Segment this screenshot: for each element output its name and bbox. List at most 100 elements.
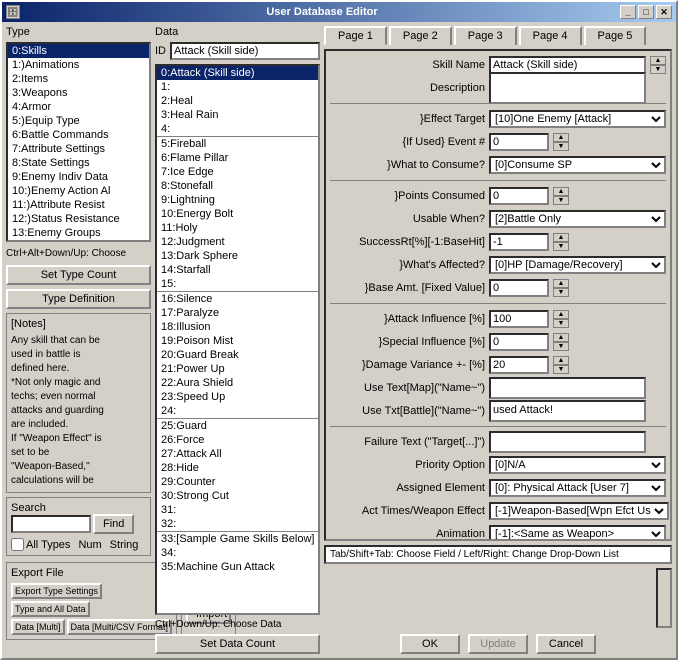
tab-page3[interactable]: Page 3 <box>454 26 517 45</box>
data-listbox[interactable]: 0:Attack (Skill side) 1: 2:Heal 3:Heal R… <box>155 64 320 615</box>
type-item-14[interactable]: 14: <box>8 240 149 242</box>
type-item-1[interactable]: 1:)Animations <box>8 58 149 72</box>
type-item-8[interactable]: 8:State Settings <box>8 156 149 170</box>
if-used-event-input[interactable] <box>489 133 549 151</box>
act-times-select[interactable]: [-1]Weapon-Based[Wpn Efct Us <box>489 502 669 520</box>
close-button[interactable]: ✕ <box>656 5 672 19</box>
type-item-3[interactable]: 3:Weapons <box>8 86 149 100</box>
description-textarea[interactable] <box>489 72 646 104</box>
type-item-2[interactable]: 2:Items <box>8 72 149 86</box>
attack-influence-spinner[interactable]: ▲ ▼ <box>553 310 569 328</box>
whats-affected-select[interactable]: [0]HP [Damage/Recovery] <box>489 256 666 274</box>
type-item-7[interactable]: 7:Attribute Settings <box>8 142 149 156</box>
type-item-12[interactable]: 12:)Status Resistance <box>8 212 149 226</box>
data-item-33[interactable]: 33:[Sample Game Skills Below] <box>157 532 318 546</box>
success-rate-spinner[interactable]: ▲ ▼ <box>553 233 569 251</box>
export-type-all-data-button[interactable]: Type and All Data <box>11 601 90 617</box>
maximize-button[interactable]: □ <box>638 5 654 19</box>
data-item-34[interactable]: 34: <box>157 546 318 560</box>
priority-option-select[interactable]: [0]N/A <box>489 456 666 474</box>
data-item-13[interactable]: 13:Dark Sphere <box>157 249 318 263</box>
spinner-up[interactable]: ▲ <box>650 56 666 65</box>
data-item-10[interactable]: 10:Energy Bolt <box>157 207 318 221</box>
type-item-6[interactable]: 6:Battle Commands <box>8 128 149 142</box>
data-item-18[interactable]: 18:Illusion <box>157 320 318 334</box>
data-item-6[interactable]: 6:Flame Pillar <box>157 151 318 165</box>
data-item-32[interactable]: 32: <box>157 517 318 531</box>
search-input[interactable] <box>11 515 91 533</box>
assigned-element-select[interactable]: [0]: Physical Attack [User 7] <box>489 479 666 497</box>
data-item-12[interactable]: 12:Judgment <box>157 235 318 249</box>
export-type-settings-button[interactable]: Export Type Settings <box>11 583 102 599</box>
data-item-21[interactable]: 21:Power Up <box>157 362 318 376</box>
data-item-7[interactable]: 7:Ice Edge <box>157 165 318 179</box>
type-item-9[interactable]: 9:Enemy Indiv Data <box>8 170 149 184</box>
data-item-22[interactable]: 22:Aura Shield <box>157 376 318 390</box>
set-data-count-button[interactable]: Set Data Count <box>155 634 320 654</box>
set-type-count-button[interactable]: Set Type Count <box>6 265 151 285</box>
tab-page4[interactable]: Page 4 <box>519 26 582 45</box>
cancel-button[interactable]: Cancel <box>536 634 596 654</box>
data-item-11[interactable]: 11:Holy <box>157 221 318 235</box>
what-to-consume-select[interactable]: [0]Consume SP <box>489 156 666 174</box>
find-button[interactable]: Find <box>93 514 134 534</box>
damage-variance-spinner[interactable]: ▲ ▼ <box>553 356 569 374</box>
update-button[interactable]: Update <box>468 634 528 654</box>
special-influence-input[interactable] <box>489 333 549 351</box>
data-item-17[interactable]: 17:Paralyze <box>157 306 318 320</box>
export-data-multi-button[interactable]: Data [Multi] <box>11 619 65 635</box>
right-scrollbar[interactable] <box>656 568 672 628</box>
all-types-checkbox-label[interactable]: All Types <box>11 538 70 551</box>
id-input[interactable] <box>170 42 320 60</box>
data-item-30[interactable]: 30:Strong Cut <box>157 489 318 503</box>
use-txt-battle-textarea[interactable]: used Attack! <box>489 400 646 422</box>
data-item-16[interactable]: 16:Silence <box>157 292 318 306</box>
type-item-4[interactable]: 4:Armor <box>8 100 149 114</box>
type-item-10[interactable]: 10:)Enemy Action Al <box>8 184 149 198</box>
data-item-15[interactable]: 15: <box>157 277 318 291</box>
data-item-14[interactable]: 14:Starfall <box>157 263 318 277</box>
data-item-9[interactable]: 9:Lightning <box>157 193 318 207</box>
usable-when-select[interactable]: [2]Battle Only <box>489 210 666 228</box>
base-amt-input[interactable] <box>489 279 549 297</box>
special-influence-spinner[interactable]: ▲ ▼ <box>553 333 569 351</box>
type-listbox[interactable]: 0:Skills 1:)Animations 2:Items 3:Weapons… <box>6 42 151 242</box>
data-item-35[interactable]: 35:Machine Gun Attack <box>157 560 318 574</box>
animation-select[interactable]: [-1]:<Same as Weapon> <box>489 525 666 541</box>
data-item-19[interactable]: 19:Poison Mist <box>157 334 318 348</box>
data-item-4[interactable]: 4: <box>157 122 318 136</box>
points-consumed-spinner[interactable]: ▲ ▼ <box>553 187 569 205</box>
use-text-map-textarea[interactable] <box>489 377 646 399</box>
data-item-26[interactable]: 26:Force <box>157 433 318 447</box>
points-consumed-input[interactable] <box>489 187 549 205</box>
damage-variance-input[interactable] <box>489 356 549 374</box>
data-item-1[interactable]: 1: <box>157 80 318 94</box>
minimize-button[interactable]: _ <box>620 5 636 19</box>
all-types-checkbox[interactable] <box>11 538 24 551</box>
data-item-24[interactable]: 24: <box>157 404 318 418</box>
type-item-0[interactable]: 0:Skills <box>8 44 149 58</box>
data-item-25[interactable]: 25:Guard <box>157 419 318 433</box>
attack-influence-input[interactable] <box>489 310 549 328</box>
spinner-down[interactable]: ▼ <box>650 65 666 74</box>
data-item-29[interactable]: 29:Counter <box>157 475 318 489</box>
type-definition-button[interactable]: Type Definition <box>6 289 151 309</box>
data-item-31[interactable]: 31: <box>157 503 318 517</box>
base-amt-spinner[interactable]: ▲ ▼ <box>553 279 569 297</box>
data-item-3[interactable]: 3:Heal Rain <box>157 108 318 122</box>
data-item-5[interactable]: 5:Fireball <box>157 137 318 151</box>
type-item-13[interactable]: 13:Enemy Groups <box>8 226 149 240</box>
type-item-11[interactable]: 11:)Attribute Resist <box>8 198 149 212</box>
data-item-23[interactable]: 23:Speed Up <box>157 390 318 404</box>
ok-button[interactable]: OK <box>400 634 460 654</box>
data-item-0[interactable]: 0:Attack (Skill side) <box>157 66 318 80</box>
tab-page1[interactable]: Page 1 <box>324 26 387 45</box>
type-item-5[interactable]: 5:)Equip Type <box>8 114 149 128</box>
effect-target-select[interactable]: [10]One Enemy [Attack] <box>489 110 666 128</box>
skill-name-spinner[interactable]: ▲ ▼ <box>650 56 666 74</box>
tab-page2[interactable]: Page 2 <box>389 26 452 45</box>
if-used-event-spinner[interactable]: ▲ ▼ <box>553 133 569 151</box>
tab-page5[interactable]: Page 5 <box>584 26 647 45</box>
data-item-20[interactable]: 20:Guard Break <box>157 348 318 362</box>
data-item-2[interactable]: 2:Heal <box>157 94 318 108</box>
